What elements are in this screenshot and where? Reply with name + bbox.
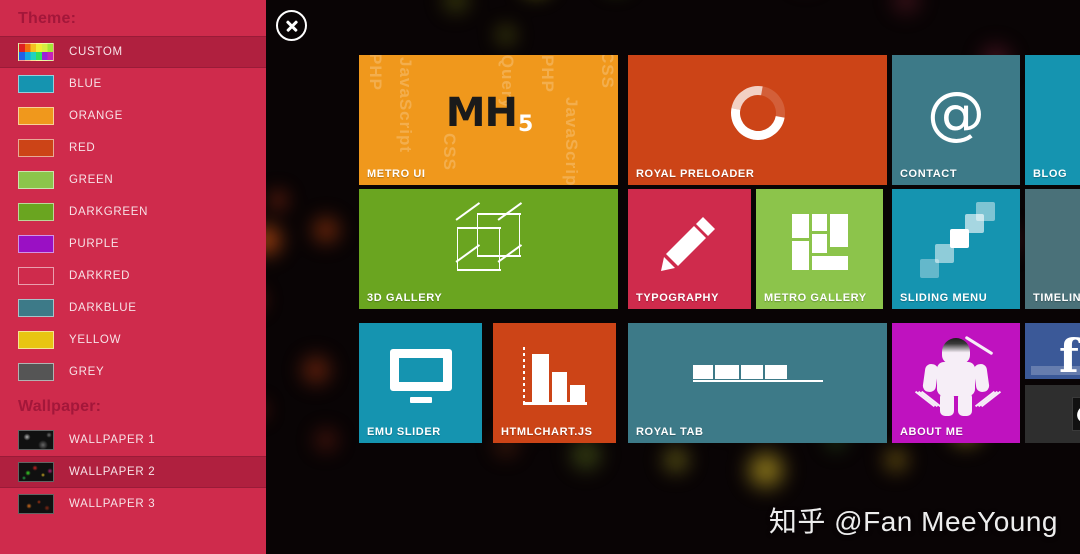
tile-metro-gallery[interactable]: METRO GALLERY — [756, 189, 883, 309]
mh5-sub: 5 — [517, 112, 533, 137]
color-swatch-orange-icon — [18, 107, 54, 125]
bar-chart-icon — [493, 323, 616, 429]
theme-label: DARKRED — [69, 270, 131, 282]
wallpaper-label: WALLPAPER 2 — [69, 466, 156, 478]
spinner-ring-icon — [628, 55, 887, 171]
at-sign-icon: @ — [927, 79, 985, 147]
theme-option-purple[interactable]: PURPLE — [0, 228, 266, 260]
theme-label: GREEN — [69, 174, 114, 186]
wallpaper-label: WALLPAPER 3 — [69, 498, 156, 510]
tile-label: 3D GALLERY — [367, 292, 443, 304]
diagonal-squares-icon — [892, 189, 1020, 295]
theme-label: RED — [69, 142, 96, 154]
tile-htmlchart-js[interactable]: HTMLCHART.JS — [493, 323, 616, 443]
tile-blog[interactable]: C BLOG — [1025, 55, 1080, 185]
tile-label: METRO UI — [367, 168, 426, 180]
facebook-bar-decoration — [1031, 366, 1080, 375]
tile-3d-gallery[interactable]: 3D GALLERY — [359, 189, 618, 309]
theme-label: ORANGE — [69, 110, 124, 122]
theme-label: PURPLE — [69, 238, 120, 250]
theme-option-darkblue[interactable]: DARKBLUE — [0, 292, 266, 324]
tile-emu-slider[interactable]: EMU SLIDER — [359, 323, 482, 443]
theme-option-custom[interactable]: CUSTOM — [0, 36, 266, 68]
wallpaper-heading: Wallpaper: — [18, 398, 102, 415]
tile-timeline[interactable]: TIMELINE — [1025, 189, 1080, 309]
wallpaper-option-1[interactable]: WALLPAPER 1 — [0, 424, 266, 456]
theme-option-red[interactable]: RED — [0, 132, 266, 164]
tile-royal-tab[interactable]: ROYAL TAB — [628, 323, 887, 443]
watermark-text: 知乎 @Fan MeeYoung — [768, 506, 1058, 537]
settings-sidebar: Theme: CUSTOM BLUE ORANGE RED GREEN DARK… — [0, 0, 266, 554]
tile-about-me[interactable]: ABOUT ME — [892, 323, 1020, 443]
wallpaper-option-3[interactable]: WALLPAPER 3 — [0, 488, 266, 520]
theme-label: CUSTOM — [69, 46, 123, 58]
tile-label: TYPOGRAPHY — [636, 292, 720, 304]
wallpaper-thumbnail-icon — [18, 430, 54, 450]
wallpaper-thumbnail-icon — [18, 494, 54, 514]
tab-strip-icon — [628, 323, 887, 429]
theme-label: DARKBLUE — [69, 302, 137, 314]
tile-label: HTMLCHART.JS — [501, 426, 593, 438]
color-swatch-darkgreen-icon — [18, 203, 54, 221]
color-swatch-yellow-icon — [18, 331, 54, 349]
tile-label: EMU SLIDER — [367, 426, 441, 438]
circle-letter-icon: C — [1025, 55, 1080, 171]
theme-heading: Theme: — [18, 10, 77, 27]
theme-label: GREY — [69, 366, 105, 378]
theme-option-green[interactable]: GREEN — [0, 164, 266, 196]
tile-metro-ui[interactable]: PHP JavaScript CSS jQuery PHP JavaScript… — [359, 55, 618, 185]
mh5-main: MH — [445, 90, 518, 136]
color-swatch-grey-icon — [18, 363, 54, 381]
tile-label: SLIDING MENU — [900, 292, 988, 304]
color-swatch-green-icon — [18, 171, 54, 189]
tile-label: ABOUT ME — [900, 426, 964, 438]
mh5-logo: MH5 — [359, 55, 618, 171]
wallpaper-option-2[interactable]: WALLPAPER 2 — [0, 456, 266, 488]
tile-typography[interactable]: TYPOGRAPHY — [628, 189, 751, 309]
metro-ui-demo-page: Theme: CUSTOM BLUE ORANGE RED GREEN DARK… — [0, 0, 1080, 554]
tile-contact[interactable]: @ CONTACT — [892, 55, 1020, 185]
theme-option-darkred[interactable]: DARKRED — [0, 260, 266, 292]
tile-label: ROYAL TAB — [636, 426, 704, 438]
tile-label: TIMELINE — [1033, 292, 1080, 304]
tile-sliding-menu[interactable]: SLIDING MENU — [892, 189, 1020, 309]
color-swatch-purple-icon — [18, 235, 54, 253]
tile-label: BLOG — [1033, 168, 1068, 180]
theme-option-blue[interactable]: BLUE — [0, 68, 266, 100]
pencil-icon — [628, 189, 751, 295]
tile-label: CONTACT — [900, 168, 958, 180]
tile-label: ROYAL PRELOADER — [636, 168, 755, 180]
close-icon[interactable] — [276, 10, 307, 41]
theme-option-grey[interactable]: GREY — [0, 356, 266, 388]
tile-royal-preloader[interactable]: ROYAL PRELOADER — [628, 55, 887, 185]
wallpaper-thumbnail-icon — [18, 462, 54, 482]
monitor-icon — [359, 323, 482, 429]
tile-grid: PHP JavaScript CSS jQuery PHP JavaScript… — [359, 55, 1080, 455]
twitter-bird-icon — [1025, 385, 1080, 443]
theme-label: YELLOW — [69, 334, 122, 346]
theme-option-orange[interactable]: ORANGE — [0, 100, 266, 132]
wireframe-cube-icon — [359, 189, 618, 295]
theme-option-darkgreen[interactable]: DARKGREEN — [0, 196, 266, 228]
tile-twitter[interactable] — [1025, 385, 1080, 443]
theme-label: DARKGREEN — [69, 206, 149, 218]
mosaic-grid-icon — [756, 189, 883, 295]
wallpaper-label: WALLPAPER 1 — [69, 434, 156, 446]
color-swatch-darkblue-icon — [18, 299, 54, 317]
color-swatch-blue-icon — [18, 75, 54, 93]
tile-facebook[interactable]: f — [1025, 323, 1080, 379]
color-swatch-red-icon — [18, 139, 54, 157]
color-swatch-custom-icon — [18, 43, 54, 61]
superhero-icon — [892, 323, 1020, 429]
tile-label: METRO GALLERY — [764, 292, 867, 304]
color-swatch-darkred-icon — [18, 267, 54, 285]
theme-option-yellow[interactable]: YELLOW — [0, 324, 266, 356]
theme-label: BLUE — [69, 78, 102, 90]
